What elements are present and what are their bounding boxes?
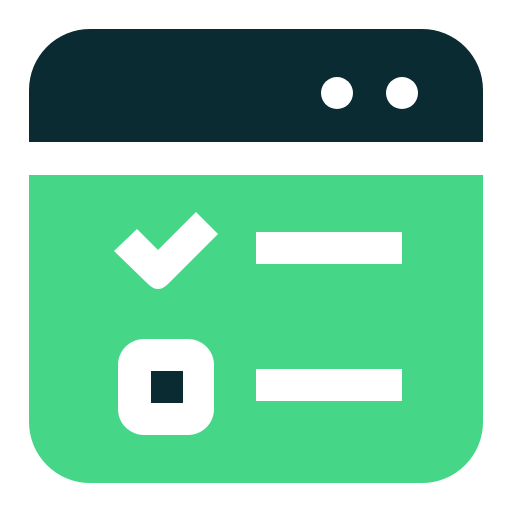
window-control-dot-1[interactable] [321, 77, 353, 109]
checklist-item-line-2 [256, 369, 402, 401]
browser-window-illustration [29, 29, 483, 483]
window-control-dot-2[interactable] [386, 77, 418, 109]
browser-content-area [29, 175, 483, 483]
checklist-item-line-1 [256, 232, 402, 264]
browser-checklist-icon [0, 0, 512, 512]
checkbox-center-square [151, 371, 183, 403]
